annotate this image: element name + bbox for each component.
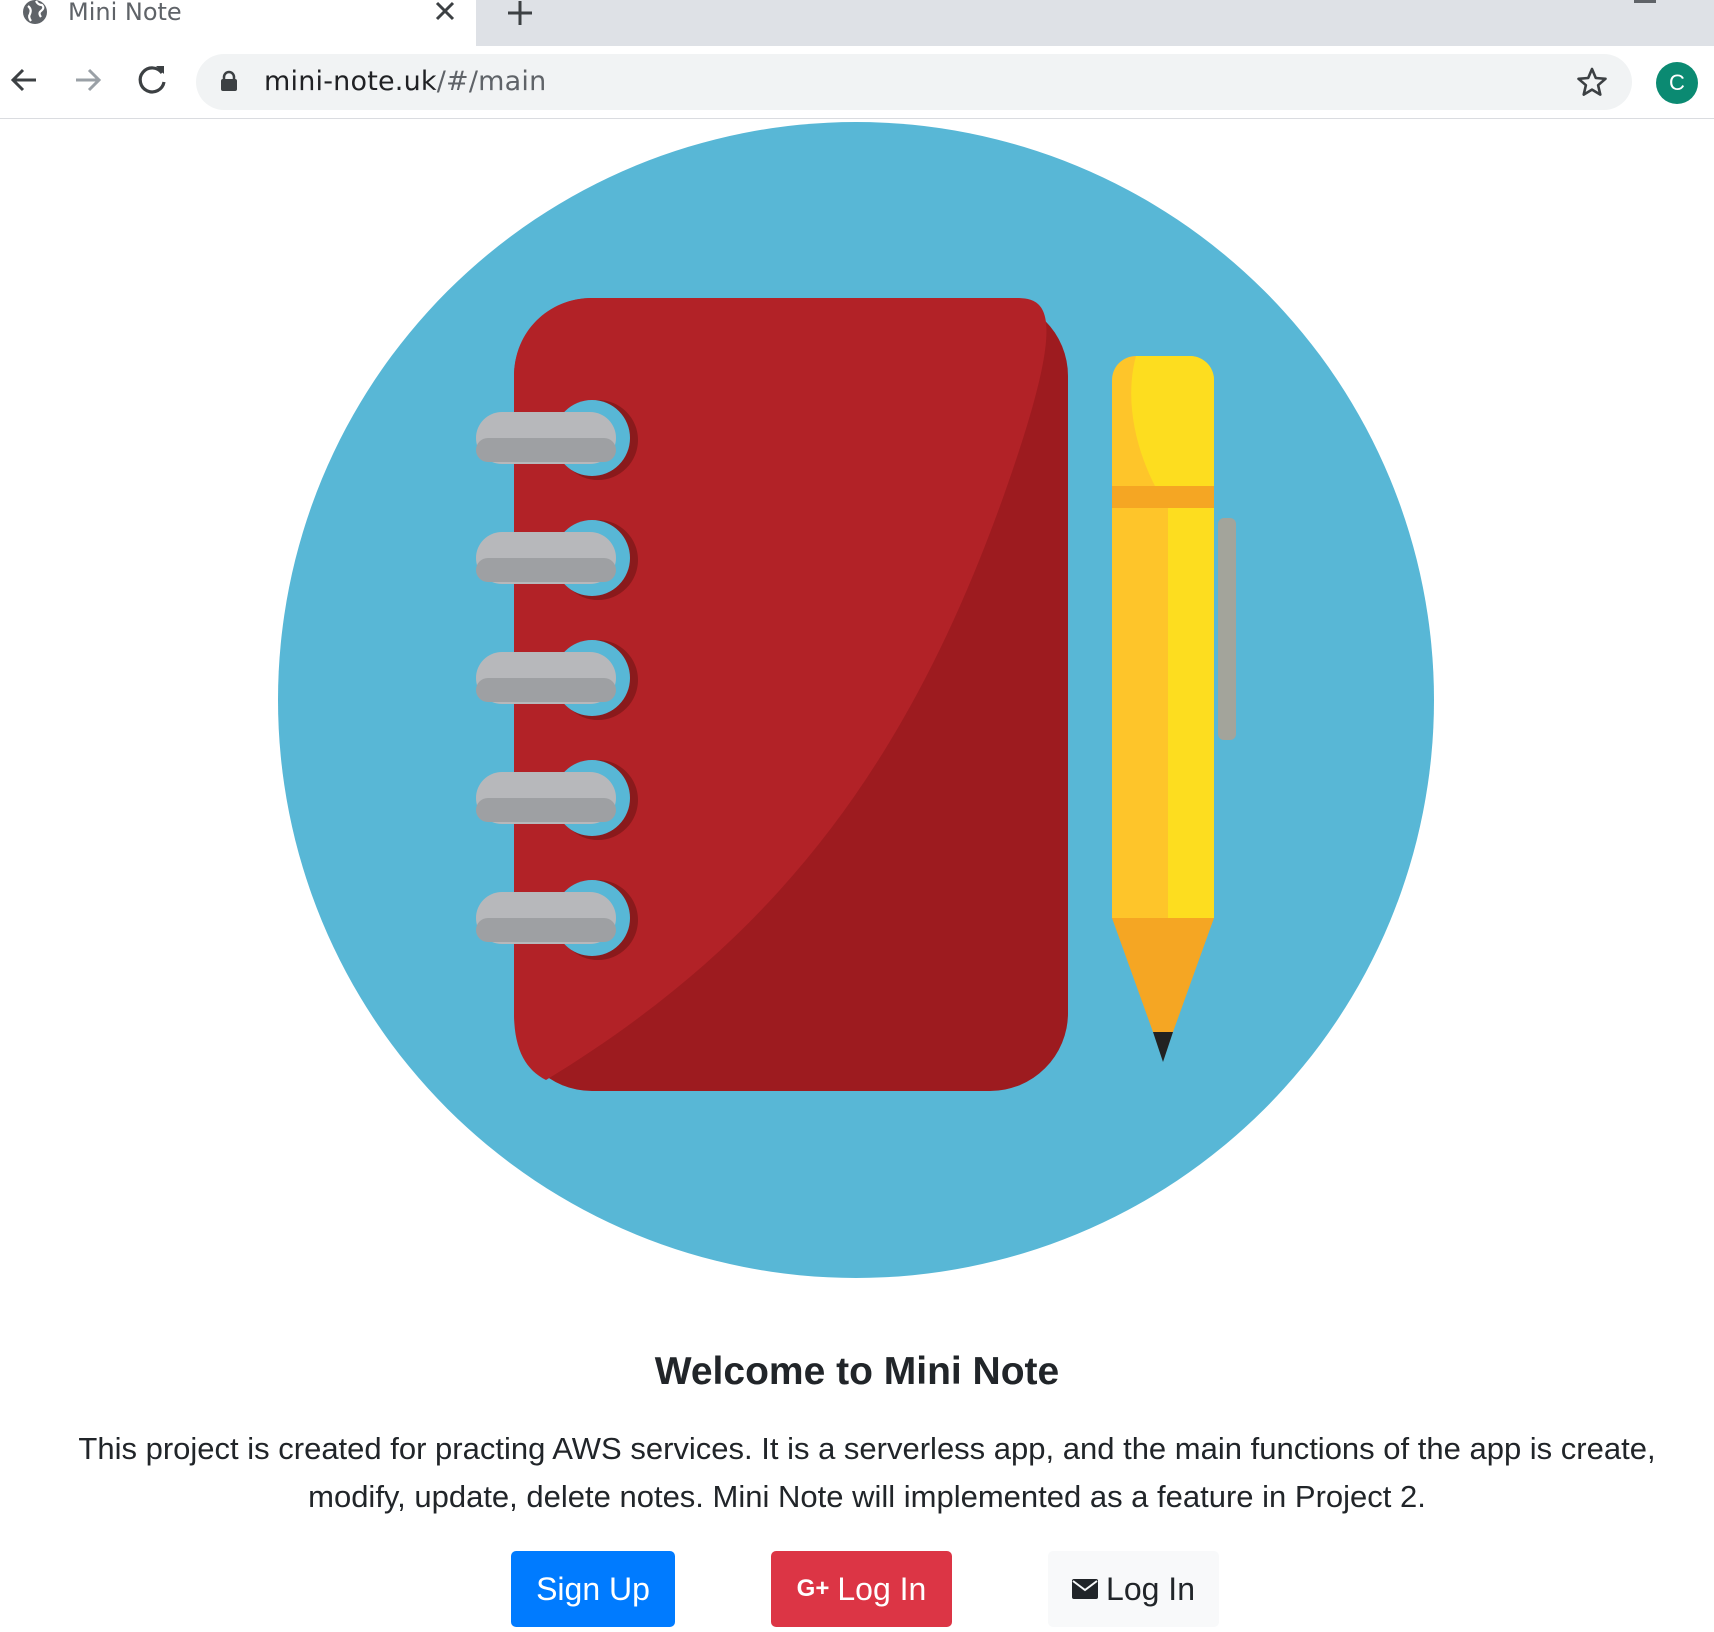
email-login-button[interactable]: Log In: [1048, 1551, 1219, 1627]
arrow-left-icon[interactable]: [4, 60, 44, 100]
browser-toolbar: mini-note.uk/#/main C: [0, 46, 1714, 119]
google-login-button[interactable]: G+ Log In: [771, 1551, 952, 1627]
page-title: Welcome to Mini Note: [654, 1350, 1060, 1393]
arrow-right-icon[interactable]: [68, 60, 108, 100]
notebook-illustration: [278, 122, 1434, 1278]
google-plus-icon: G+: [796, 1575, 830, 1602]
lock-icon: [221, 70, 237, 91]
signup-button[interactable]: Sign Up: [511, 1551, 675, 1627]
plus-icon[interactable]: [502, 0, 538, 34]
globe-icon: [23, 0, 47, 24]
minimize-icon[interactable]: [1634, 0, 1656, 3]
tab-title: Mini Note: [68, 0, 182, 26]
page-description: This project is created for practing AWS…: [78, 1431, 1656, 1514]
close-icon[interactable]: [430, 0, 460, 28]
url-text: mini-note.uk/#/main: [264, 66, 546, 97]
signup-button-label: Sign Up: [536, 1570, 650, 1607]
url-path: /#/main: [436, 66, 547, 97]
address-bar[interactable]: mini-note.uk/#/main: [196, 54, 1632, 110]
notebook-icon: [476, 298, 1068, 1091]
reload-icon[interactable]: [132, 60, 172, 100]
envelope-icon: [1072, 1579, 1099, 1599]
browser-tab[interactable]: Mini Note: [0, 0, 476, 46]
tab-strip: Mini Note: [0, 0, 1714, 46]
star-icon[interactable]: [1576, 66, 1608, 98]
profile-avatar[interactable]: C: [1656, 62, 1698, 104]
url-host: mini-note.uk: [264, 66, 437, 97]
email-login-label: Log In: [1106, 1570, 1195, 1607]
google-login-label: Log In: [837, 1570, 927, 1607]
